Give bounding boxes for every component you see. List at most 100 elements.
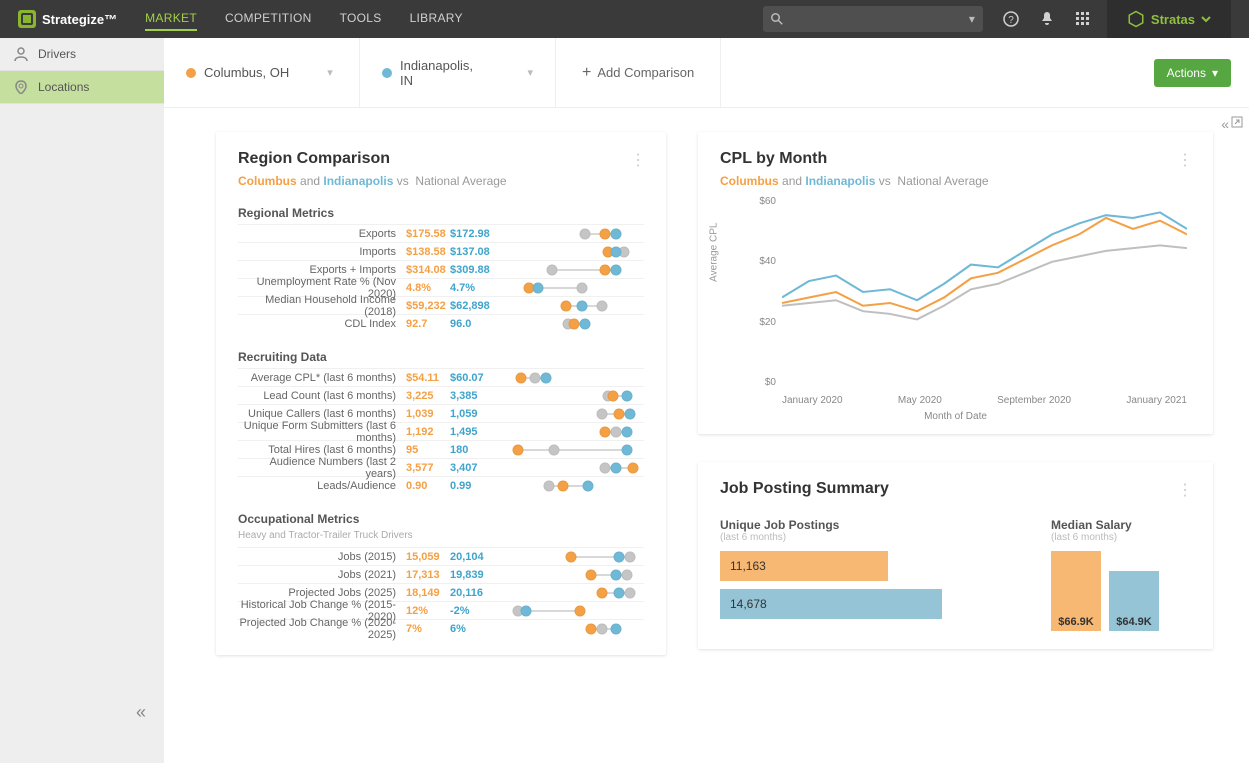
x-tick: May 2020 bbox=[898, 395, 942, 406]
metric-label: Exports bbox=[238, 228, 406, 240]
metric-value-b: 6% bbox=[450, 623, 494, 635]
metric-value-a: $54.11 bbox=[406, 372, 450, 384]
dumbbell-chart bbox=[504, 424, 644, 440]
x-tick: September 2020 bbox=[997, 395, 1071, 406]
metric-value-a: 3,577 bbox=[406, 462, 450, 474]
brand-text: Strategize™ bbox=[42, 12, 117, 27]
y-axis-label: Average CPL bbox=[709, 223, 720, 282]
nav-tab-competition[interactable]: COMPETITION bbox=[225, 7, 312, 31]
bell-icon[interactable] bbox=[1039, 11, 1055, 27]
dumbbell-chart bbox=[504, 442, 644, 458]
card-title: CPL by Month bbox=[720, 150, 989, 168]
metric-value-b: 1,495 bbox=[450, 426, 494, 438]
region-b-label: Indianapolis, IN bbox=[400, 58, 489, 88]
metric-value-a: $314.08 bbox=[406, 264, 450, 276]
region-comparison-card: Region Comparison Columbus and Indianapo… bbox=[216, 132, 666, 655]
plus-icon: + bbox=[582, 64, 591, 82]
section-title: Regional Metrics bbox=[238, 206, 644, 220]
jp-bar-a: 11,163 bbox=[720, 551, 888, 581]
metric-label: Jobs (2021) bbox=[238, 569, 406, 581]
dumbbell-chart bbox=[504, 388, 644, 404]
apps-icon[interactable] bbox=[1075, 11, 1091, 27]
svg-text:?: ? bbox=[1008, 15, 1014, 26]
metric-label: Projected Job Change % (2020-2025) bbox=[238, 617, 406, 641]
top-bar: Strategize™ MARKET COMPETITION TOOLS LIBRAR… bbox=[0, 0, 1249, 38]
metric-label: CDL Index bbox=[238, 318, 406, 330]
dumbbell-chart bbox=[504, 370, 644, 386]
dumbbell-chart bbox=[504, 406, 644, 422]
y-tick: $0 bbox=[742, 377, 776, 388]
metric-label: Total Hires (last 6 months) bbox=[238, 444, 406, 456]
caret-down-icon: ▾ bbox=[1212, 66, 1218, 80]
metric-label: Unique Form Submitters (last 6 months) bbox=[238, 420, 406, 444]
nav-tabs: MARKET COMPETITION TOOLS LIBRARY bbox=[145, 7, 463, 31]
card-title: Job Posting Summary bbox=[720, 480, 889, 498]
metric-value-b: $309.88 bbox=[450, 264, 494, 276]
metric-value-a: 15,059 bbox=[406, 551, 450, 563]
cpl-line-chart: Average CPL $60$40$20$0 January 2020May … bbox=[720, 196, 1191, 416]
metric-value-a: 4.8% bbox=[406, 282, 450, 294]
metric-value-a: $59,232 bbox=[406, 300, 450, 312]
metric-value-b: 0.99 bbox=[450, 480, 494, 492]
metric-row: Projected Job Change % (2020-2025)7%6% bbox=[238, 619, 644, 637]
actions-button[interactable]: Actions ▾ bbox=[1154, 59, 1231, 87]
metric-row: Exports$175.58$172.98 bbox=[238, 224, 644, 242]
metric-value-a: 7% bbox=[406, 623, 450, 635]
kebab-icon[interactable]: ⋮ bbox=[1177, 480, 1191, 500]
metric-row: Jobs (2021)17,31319,839 bbox=[238, 565, 644, 583]
sidebar-item-drivers[interactable]: Drivers bbox=[0, 38, 164, 71]
dumbbell-chart bbox=[504, 298, 644, 314]
metric-label: Exports + Imports bbox=[238, 264, 406, 276]
nav-tab-market[interactable]: MARKET bbox=[145, 7, 197, 31]
metric-value-b: -2% bbox=[450, 605, 494, 617]
add-comparison-button[interactable]: + Add Comparison bbox=[556, 38, 721, 107]
jp-unique-title: Unique Job Postings bbox=[720, 518, 991, 532]
metric-value-a: 95 bbox=[406, 444, 450, 456]
compare-region-a[interactable]: Columbus, OH ▾ bbox=[164, 38, 360, 107]
sidebar-collapse-button[interactable]: « bbox=[136, 702, 146, 723]
compare-region-b[interactable]: Indianapolis, IN ▾ bbox=[360, 38, 556, 107]
jp-unique-note: (last 6 months) bbox=[720, 532, 991, 543]
x-axis-label: Month of Date bbox=[924, 411, 987, 422]
search-input[interactable]: ▾ bbox=[763, 6, 983, 32]
org-name: Stratas bbox=[1151, 12, 1195, 27]
cpl-by-month-card: CPL by Month Columbus and Indianapolis v… bbox=[698, 132, 1213, 434]
salary-bar-b: $64.9K bbox=[1109, 571, 1159, 631]
metric-row: Unique Form Submitters (last 6 months)1,… bbox=[238, 422, 644, 440]
sidebar-item-locations[interactable]: Locations bbox=[0, 71, 164, 104]
help-icon[interactable]: ? bbox=[1003, 11, 1019, 27]
kebab-icon[interactable]: ⋮ bbox=[1177, 150, 1191, 170]
metric-label: Average CPL* (last 6 months) bbox=[238, 372, 406, 384]
metric-row: Jobs (2015)15,05920,104 bbox=[238, 547, 644, 565]
x-tick: January 2020 bbox=[782, 395, 843, 406]
metric-label: Lead Count (last 6 months) bbox=[238, 390, 406, 402]
metric-value-a: 17,313 bbox=[406, 569, 450, 581]
metric-label: Projected Jobs (2025) bbox=[238, 587, 406, 599]
metric-value-b: $172.98 bbox=[450, 228, 494, 240]
y-tick: $20 bbox=[742, 317, 776, 328]
metric-value-a: 12% bbox=[406, 605, 450, 617]
metric-value-b: $62,898 bbox=[450, 300, 494, 312]
metric-value-a: $175.58 bbox=[406, 228, 450, 240]
dumbbell-chart bbox=[504, 585, 644, 601]
kebab-icon[interactable]: ⋮ bbox=[630, 150, 644, 170]
metric-value-b: 20,104 bbox=[450, 551, 494, 563]
dumbbell-chart bbox=[504, 549, 644, 565]
chevron-down-icon bbox=[1201, 14, 1211, 24]
card-title: Region Comparison bbox=[238, 150, 507, 168]
brand: Strategize™ bbox=[18, 10, 117, 28]
metric-row: Median Household Income (2018)$59,232$62… bbox=[238, 296, 644, 314]
metric-value-b: 20,116 bbox=[450, 587, 494, 599]
org-switcher[interactable]: Stratas bbox=[1107, 0, 1231, 38]
dumbbell-chart bbox=[504, 316, 644, 332]
dot-icon bbox=[186, 68, 196, 78]
nav-tab-tools[interactable]: TOOLS bbox=[340, 7, 382, 31]
brand-icon bbox=[18, 10, 36, 28]
metric-value-b: 180 bbox=[450, 444, 494, 456]
expand-panel-button[interactable]: « bbox=[1221, 116, 1243, 132]
metric-value-a: 18,149 bbox=[406, 587, 450, 599]
metric-value-b: 19,839 bbox=[450, 569, 494, 581]
nav-tab-library[interactable]: LIBRARY bbox=[410, 7, 463, 31]
dumbbell-chart bbox=[504, 226, 644, 242]
section-title: Recruiting Data bbox=[238, 350, 644, 364]
